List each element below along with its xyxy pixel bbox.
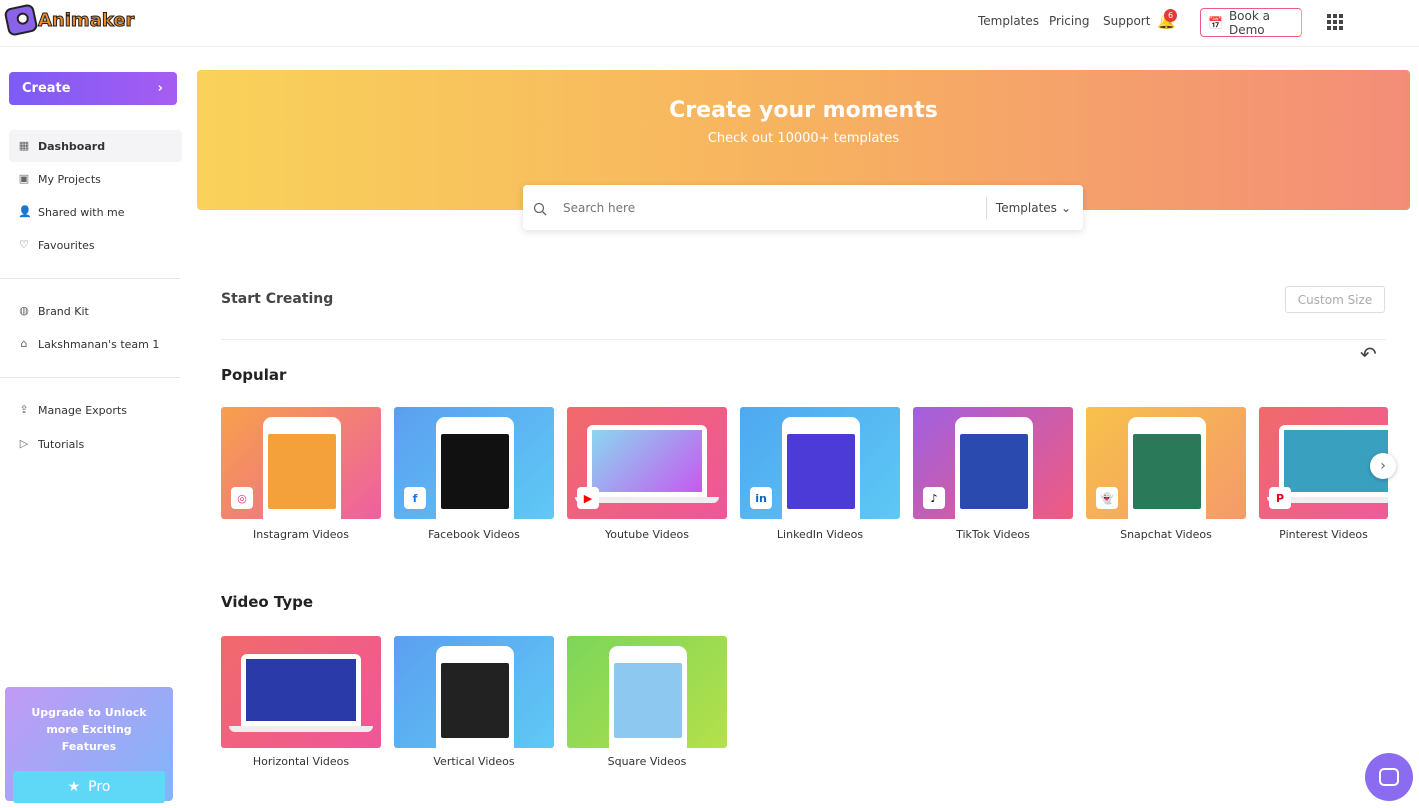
sidebar-item-my-projects[interactable]: ▣ My Projects [9,163,182,195]
team-icon: ⌂ [20,337,28,350]
phone-mockup [955,417,1033,519]
divider [0,278,180,279]
start-creating-heading: Start Creating [221,291,334,307]
template-card[interactable]: f [394,407,554,519]
animaker-logo[interactable]: Animaker [3,3,135,37]
search-bar: Templates⌄ [523,185,1083,230]
template-card-label[interactable]: TikTok Videos [913,528,1073,541]
undo-icon[interactable]: ↶ [1360,342,1377,366]
template-card[interactable]: ♪ [913,407,1073,519]
sidebar-item-tutorials[interactable]: ▷ Tutorials [9,428,182,460]
template-card-label[interactable]: Pinterest Videos [1259,528,1388,541]
tutorial-icon: ▷ [19,437,29,450]
book-demo-button[interactable]: 📅 Book a Demo [1200,8,1302,37]
template-card[interactable]: ◎ [221,407,381,519]
template-card[interactable]: P [1259,407,1388,519]
chat-icon [1379,768,1399,786]
pro-button[interactable]: ★ Pro [13,771,165,803]
phone-mockup [609,646,687,748]
template-card-label[interactable]: LinkedIn Videos [740,528,900,541]
user-icon: 👤 [18,205,32,218]
divider [221,339,1386,340]
search-input[interactable] [563,200,986,215]
sidebar-item-favourites[interactable]: ♡ Favourites [9,229,182,261]
chevron-right-icon: › [157,81,163,96]
sidebar-item-manage-exports[interactable]: ⇪ Manage Exports [9,394,182,426]
mascot-icon [3,3,39,37]
grid-icon: ▦ [18,139,30,152]
template-card-label[interactable]: Instagram Videos [221,528,381,541]
projects-icon: ▣ [18,172,30,185]
template-card[interactable]: ▶ [567,407,727,519]
laptop-mockup [587,425,707,497]
create-button[interactable]: Create › [9,72,177,105]
phone-mockup [436,646,514,748]
sidebar-item-label: Shared with me [38,205,125,219]
sidebar-item-lakshmanan-s-team-1[interactable]: ⌂ Lakshmanan's team 1 [9,328,182,360]
banner-subtitle: Check out 10000+ templates [707,131,900,146]
social-icon: ♪ [923,487,945,509]
social-icon: ▶ [577,487,599,509]
search-filter-dropdown[interactable]: Templates ⌄ [985,196,1083,219]
template-card-label[interactable]: Horizontal Videos [221,755,381,768]
sidebar-item-shared-with-me[interactable]: 👤 Shared with me [9,196,182,228]
sidebar-item-label: Brand Kit [38,304,89,318]
chat-support-button[interactable] [1365,753,1413,801]
sidebar-item-brand-kit[interactable]: ◍ Brand Kit [9,295,182,327]
sidebar-item-label: Tutorials [38,437,85,451]
popular-heading: Popular [221,366,287,384]
sidebar-item-label: Manage Exports [38,403,127,417]
social-icon: 👻 [1096,487,1118,509]
sidebar-item-label: Dashboard [38,139,106,153]
template-card-label[interactable]: Youtube Videos [567,528,727,541]
social-icon: in [750,487,772,509]
apps-grid-icon[interactable] [1327,14,1343,30]
template-card-label[interactable]: Square Videos [567,755,727,768]
sidebar-item-dashboard[interactable]: ▦ Dashboard [9,130,182,162]
template-card[interactable]: in [740,407,900,519]
brand-icon: ◍ [19,304,29,317]
social-icon: f [404,487,426,509]
export-icon: ⇪ [19,403,29,416]
laptop-mockup [241,654,361,726]
social-icon: P [1269,487,1291,509]
star-icon: ★ [67,779,81,795]
template-card[interactable]: 👻 [1086,407,1246,519]
divider [0,377,180,378]
banner-title: Create your moments [669,98,938,123]
phone-mockup [782,417,860,519]
phone-mockup [1128,417,1206,519]
template-card[interactable] [221,636,381,748]
phone-mockup [263,417,341,519]
template-card[interactable] [394,636,554,748]
notification-badge: 6 [1164,9,1177,22]
sidebar-item-label: Lakshmanan's team 1 [38,337,160,351]
upgrade-panel: Upgrade to Unlock more Exciting Features… [5,687,173,803]
nav-pricing[interactable]: Pricing [1049,14,1089,28]
top-bar: Animaker Templates Pricing Support 🔔 6 📅… [0,0,1419,47]
template-card-label[interactable]: Vertical Videos [394,755,554,768]
template-card-label[interactable]: Snapchat Videos [1086,528,1246,541]
search-icon [533,201,547,215]
template-card-label[interactable]: Facebook Videos [394,528,554,541]
nav-templates[interactable]: Templates [978,14,1039,28]
carousel-next-button[interactable]: › [1370,453,1396,479]
custom-size-button[interactable]: Custom Size [1285,286,1385,313]
sidebar-item-label: Favourites [38,238,95,252]
nav-support[interactable]: Support [1103,14,1150,28]
chevron-down-icon: ⌄ [1060,200,1071,215]
phone-mockup [436,417,514,519]
video-type-heading: Video Type [221,593,314,611]
template-card[interactable] [567,636,727,748]
social-icon: ◎ [231,487,253,509]
calendar-icon: 📅 [1208,15,1223,30]
sidebar-item-label: My Projects [38,172,101,186]
heart-icon: ♡ [19,238,29,251]
laptop-base [229,726,373,732]
